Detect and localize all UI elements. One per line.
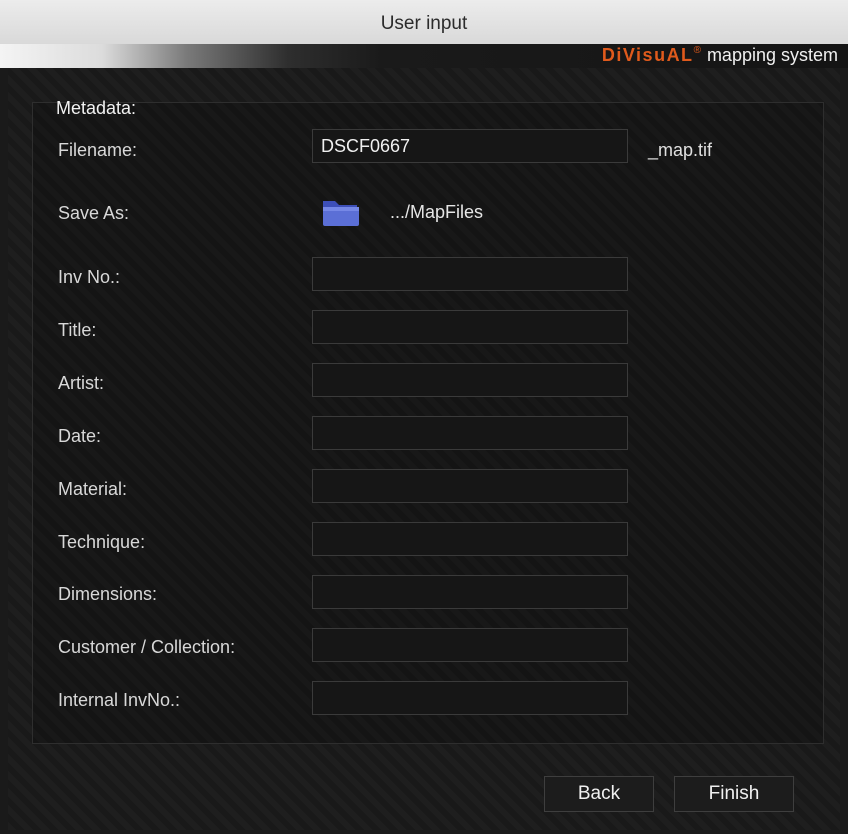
- filename-suffix: _map.tif: [648, 140, 713, 160]
- window-title: User input: [380, 13, 468, 34]
- brand-logo: DiVisuAL® mapping system: [602, 45, 838, 66]
- date-input[interactable]: [312, 416, 628, 450]
- brand-registered-mark: ®: [693, 45, 701, 56]
- artist-input[interactable]: [312, 363, 628, 397]
- internal-inv-no-label: Internal InvNo.:: [58, 690, 181, 710]
- customer-collection-input[interactable]: [312, 628, 628, 662]
- artist-label: Artist:: [58, 373, 105, 393]
- material-input[interactable]: [312, 469, 628, 503]
- back-button[interactable]: Back: [544, 776, 654, 812]
- technique-input[interactable]: [312, 522, 628, 556]
- filename-input[interactable]: [312, 129, 628, 163]
- title-bar: User input: [0, 0, 848, 45]
- finish-button[interactable]: Finish: [674, 776, 794, 812]
- customer-collection-label: Customer / Collection:: [58, 637, 236, 657]
- internal-inv-no-input[interactable]: [312, 681, 628, 715]
- brand-banner: DiVisuAL® mapping system: [0, 44, 848, 68]
- metadata-heading: Metadata:: [56, 98, 137, 118]
- brand-subtitle: mapping system: [706, 45, 838, 65]
- date-label: Date:: [58, 426, 102, 446]
- title-input[interactable]: [312, 310, 628, 344]
- brand-name: DiVisuAL: [601, 45, 694, 65]
- inv-no-label: Inv No.:: [58, 267, 121, 287]
- material-label: Material:: [58, 479, 128, 499]
- save-as-label: Save As:: [58, 203, 130, 223]
- save-as-path: .../MapFiles: [390, 202, 484, 222]
- folder-icon[interactable]: [321, 196, 361, 228]
- dimensions-label: Dimensions:: [58, 584, 158, 604]
- title-label: Title:: [58, 320, 97, 340]
- dialog-window: User input DiVisuAL® mapping system Metad…: [0, 0, 848, 834]
- dimensions-input[interactable]: [312, 575, 628, 609]
- inv-no-input[interactable]: [312, 257, 628, 291]
- filename-label: Filename:: [58, 140, 138, 160]
- technique-label: Technique:: [58, 532, 146, 552]
